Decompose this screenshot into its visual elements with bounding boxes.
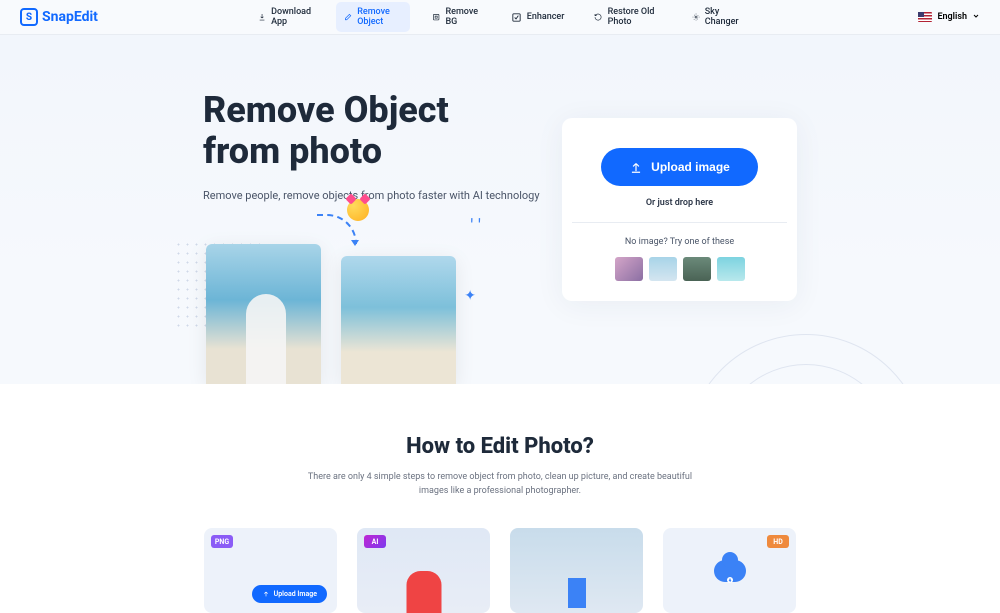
upload-button[interactable]: Upload image bbox=[601, 148, 758, 186]
emoji-icon bbox=[347, 199, 369, 221]
steps-row: PNG Upload Image AI HD bbox=[0, 528, 1000, 613]
hero-subtitle: Remove people, remove objects from photo… bbox=[203, 189, 540, 202]
step-card-4: HD bbox=[663, 528, 796, 613]
logo-icon: S bbox=[20, 8, 38, 26]
sparkle-icon: ′ ′ bbox=[470, 216, 481, 237]
hero-section: Remove Object from photo Remove people, … bbox=[0, 35, 1000, 384]
samples-label: No image? Try one of these bbox=[577, 237, 782, 247]
nav-enhancer[interactable]: Enhancer bbox=[503, 2, 573, 32]
step-card-3 bbox=[510, 528, 643, 613]
sample-image-2[interactable] bbox=[649, 257, 677, 281]
drop-hint: Or just drop here bbox=[577, 198, 782, 208]
png-badge: PNG bbox=[211, 535, 233, 548]
sample-image-4[interactable] bbox=[717, 257, 745, 281]
upload-icon bbox=[262, 590, 270, 598]
chevron-down-icon bbox=[972, 12, 980, 23]
restore-icon bbox=[594, 12, 602, 23]
step-card-2: AI bbox=[357, 528, 490, 613]
sky-icon bbox=[692, 12, 700, 23]
person-silhouette bbox=[406, 571, 441, 613]
upload-icon bbox=[629, 160, 643, 174]
eraser-icon bbox=[344, 12, 352, 23]
after-image: ′ ′ ✦ bbox=[341, 256, 456, 384]
ai-badge: AI bbox=[364, 535, 386, 548]
sample-thumbnails bbox=[577, 257, 782, 281]
star-icon: ✦ bbox=[464, 288, 476, 304]
hd-badge: HD bbox=[767, 535, 789, 548]
sample-image-3[interactable] bbox=[683, 257, 711, 281]
brand-logo[interactable]: S SnapEdit bbox=[20, 8, 98, 26]
main-nav: Download App Remove Object Remove BG Enh… bbox=[250, 2, 750, 32]
nav-remove-bg[interactable]: Remove BG bbox=[424, 2, 489, 32]
draw-tool-icon bbox=[568, 578, 586, 608]
enhance-icon bbox=[511, 12, 522, 23]
download-icon bbox=[258, 12, 266, 23]
step-upload-button: Upload Image bbox=[252, 585, 327, 603]
hero-illustration: ′ ′ ✦ bbox=[174, 244, 456, 384]
sample-image-1[interactable] bbox=[615, 257, 643, 281]
flag-icon bbox=[918, 12, 932, 22]
person-figure bbox=[246, 294, 286, 384]
how-to-section: How to Edit Photo? There are only 4 simp… bbox=[0, 384, 1000, 613]
upload-card: Upload image Or just drop here No image?… bbox=[562, 118, 797, 301]
header: S SnapEdit Download App Remove Object Re… bbox=[0, 0, 1000, 35]
divider bbox=[572, 222, 787, 223]
section-desc: There are only 4 simple steps to remove … bbox=[300, 471, 700, 498]
remove-bg-icon bbox=[432, 12, 440, 23]
page-title: Remove Object from photo bbox=[203, 90, 540, 173]
nav-remove-object[interactable]: Remove Object bbox=[336, 2, 410, 32]
nav-sky-changer[interactable]: Sky Changer bbox=[684, 2, 750, 32]
nav-download-app[interactable]: Download App bbox=[250, 2, 322, 32]
section-title: How to Edit Photo? bbox=[0, 434, 1000, 459]
before-image bbox=[206, 244, 321, 384]
brand-name: SnapEdit bbox=[42, 9, 98, 25]
language-selector[interactable]: English bbox=[918, 12, 980, 23]
step-card-1: PNG Upload Image bbox=[204, 528, 337, 613]
nav-restore[interactable]: Restore Old Photo bbox=[586, 2, 669, 32]
